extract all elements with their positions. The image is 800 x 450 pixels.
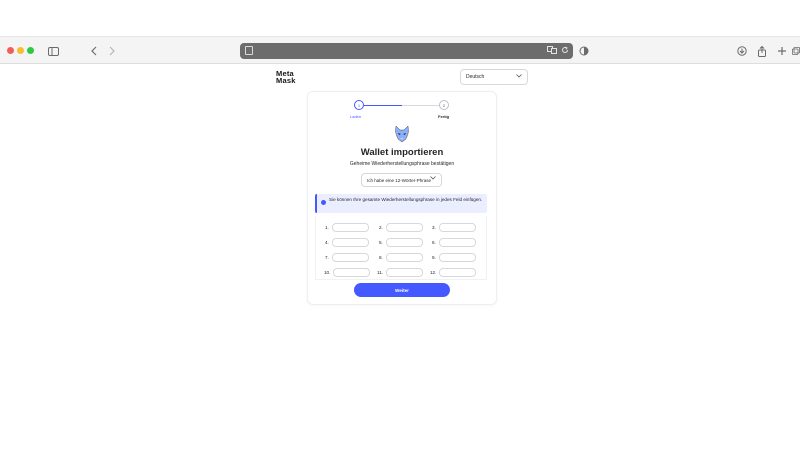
phrase-length-select[interactable]: Ich habe eine 12-Wörter-Phrase xyxy=(361,173,442,187)
word-number: 4. xyxy=(325,239,329,245)
word-number: 10. xyxy=(324,269,331,275)
translate-icon[interactable] xyxy=(547,46,557,56)
word-number: 5. xyxy=(379,239,383,245)
metamask-fox-icon xyxy=(393,124,411,144)
word-input-6[interactable] xyxy=(439,237,476,247)
word-field-11: 11. xyxy=(377,267,423,277)
info-text: Sie können Ihre gesamte Wiederherstellun… xyxy=(329,197,483,202)
word-input-12[interactable] xyxy=(439,267,476,277)
word-field-6: 6. xyxy=(432,237,476,247)
word-field-9: 9. xyxy=(432,252,476,262)
paste-info-banner: Sie können Ihre gesamte Wiederherstellun… xyxy=(315,194,487,213)
browser-toolbar xyxy=(0,36,800,64)
word-field-10: 10. xyxy=(324,267,370,277)
word-input-5[interactable] xyxy=(386,237,423,247)
sidebar-toggle-icon[interactable] xyxy=(46,43,60,59)
word-field-2: 2. xyxy=(379,222,423,232)
new-tab-icon[interactable] xyxy=(776,43,788,59)
metamask-logo[interactable]: Meta Mask xyxy=(276,70,296,85)
share-icon[interactable] xyxy=(756,43,768,59)
tab-overview-icon[interactable] xyxy=(792,43,800,59)
word-field-7: 7. xyxy=(325,252,369,262)
forward-icon[interactable] xyxy=(106,43,118,59)
word-input-7[interactable] xyxy=(332,252,369,262)
chevron-down-icon xyxy=(430,176,436,182)
word-field-8: 8. xyxy=(379,252,423,262)
word-input-8[interactable] xyxy=(386,252,423,262)
word-number: 8. xyxy=(379,254,383,260)
back-icon[interactable] xyxy=(88,43,100,59)
step-2-label: Fertig xyxy=(438,114,450,119)
stepper-line-complete xyxy=(364,105,402,106)
word-field-1: 1. xyxy=(325,222,369,232)
step-1-label: Laden xyxy=(350,114,362,119)
info-icon xyxy=(321,200,326,205)
word-input-10[interactable] xyxy=(333,267,370,277)
word-input-11[interactable] xyxy=(386,267,423,277)
chevron-down-icon xyxy=(516,73,522,80)
word-field-12: 12. xyxy=(430,267,476,277)
stepper-line-pending xyxy=(402,105,439,106)
window-top-area xyxy=(0,0,800,36)
progress-stepper: 1 2 Laden Fertig xyxy=(350,99,454,123)
zoom-window-button[interactable] xyxy=(27,47,34,54)
phrase-length-value: Ich habe eine 12-Wörter-Phrase xyxy=(367,177,432,183)
word-field-5: 5. xyxy=(379,237,423,247)
minimize-window-button[interactable] xyxy=(17,47,24,54)
word-input-2[interactable] xyxy=(386,222,423,232)
downloads-icon[interactable] xyxy=(736,43,748,59)
logo-line-2: Mask xyxy=(276,75,296,85)
word-number: 2. xyxy=(379,224,383,230)
word-number: 11. xyxy=(377,269,384,275)
close-window-button[interactable] xyxy=(7,47,14,54)
page-icon xyxy=(245,46,253,55)
word-input-4[interactable] xyxy=(332,237,369,247)
word-number: 3. xyxy=(432,224,436,230)
page-title: Wallet importieren xyxy=(360,147,444,158)
language-select-value: Deutsch xyxy=(466,74,485,80)
privacy-shield-icon[interactable] xyxy=(578,43,590,59)
language-select[interactable]: Deutsch xyxy=(460,69,528,85)
word-number: 1. xyxy=(325,224,329,230)
word-number: 9. xyxy=(432,254,436,260)
step-1-indicator: 1 xyxy=(354,100,364,110)
step-2-indicator: 2 xyxy=(439,100,449,110)
continue-button[interactable]: Weiter xyxy=(354,283,450,297)
word-input-1[interactable] xyxy=(332,222,369,232)
word-number: 12. xyxy=(430,269,437,275)
page-subtitle: Geheime Wiederherstellungsphrase bestäti… xyxy=(349,161,455,167)
address-bar[interactable] xyxy=(240,43,573,59)
word-input-3[interactable] xyxy=(439,222,476,232)
word-field-3: 3. xyxy=(432,222,476,232)
reload-icon[interactable] xyxy=(561,46,569,56)
word-input-9[interactable] xyxy=(439,252,476,262)
word-field-4: 4. xyxy=(325,237,369,247)
word-number: 6. xyxy=(432,239,436,245)
word-number: 7. xyxy=(325,254,329,260)
